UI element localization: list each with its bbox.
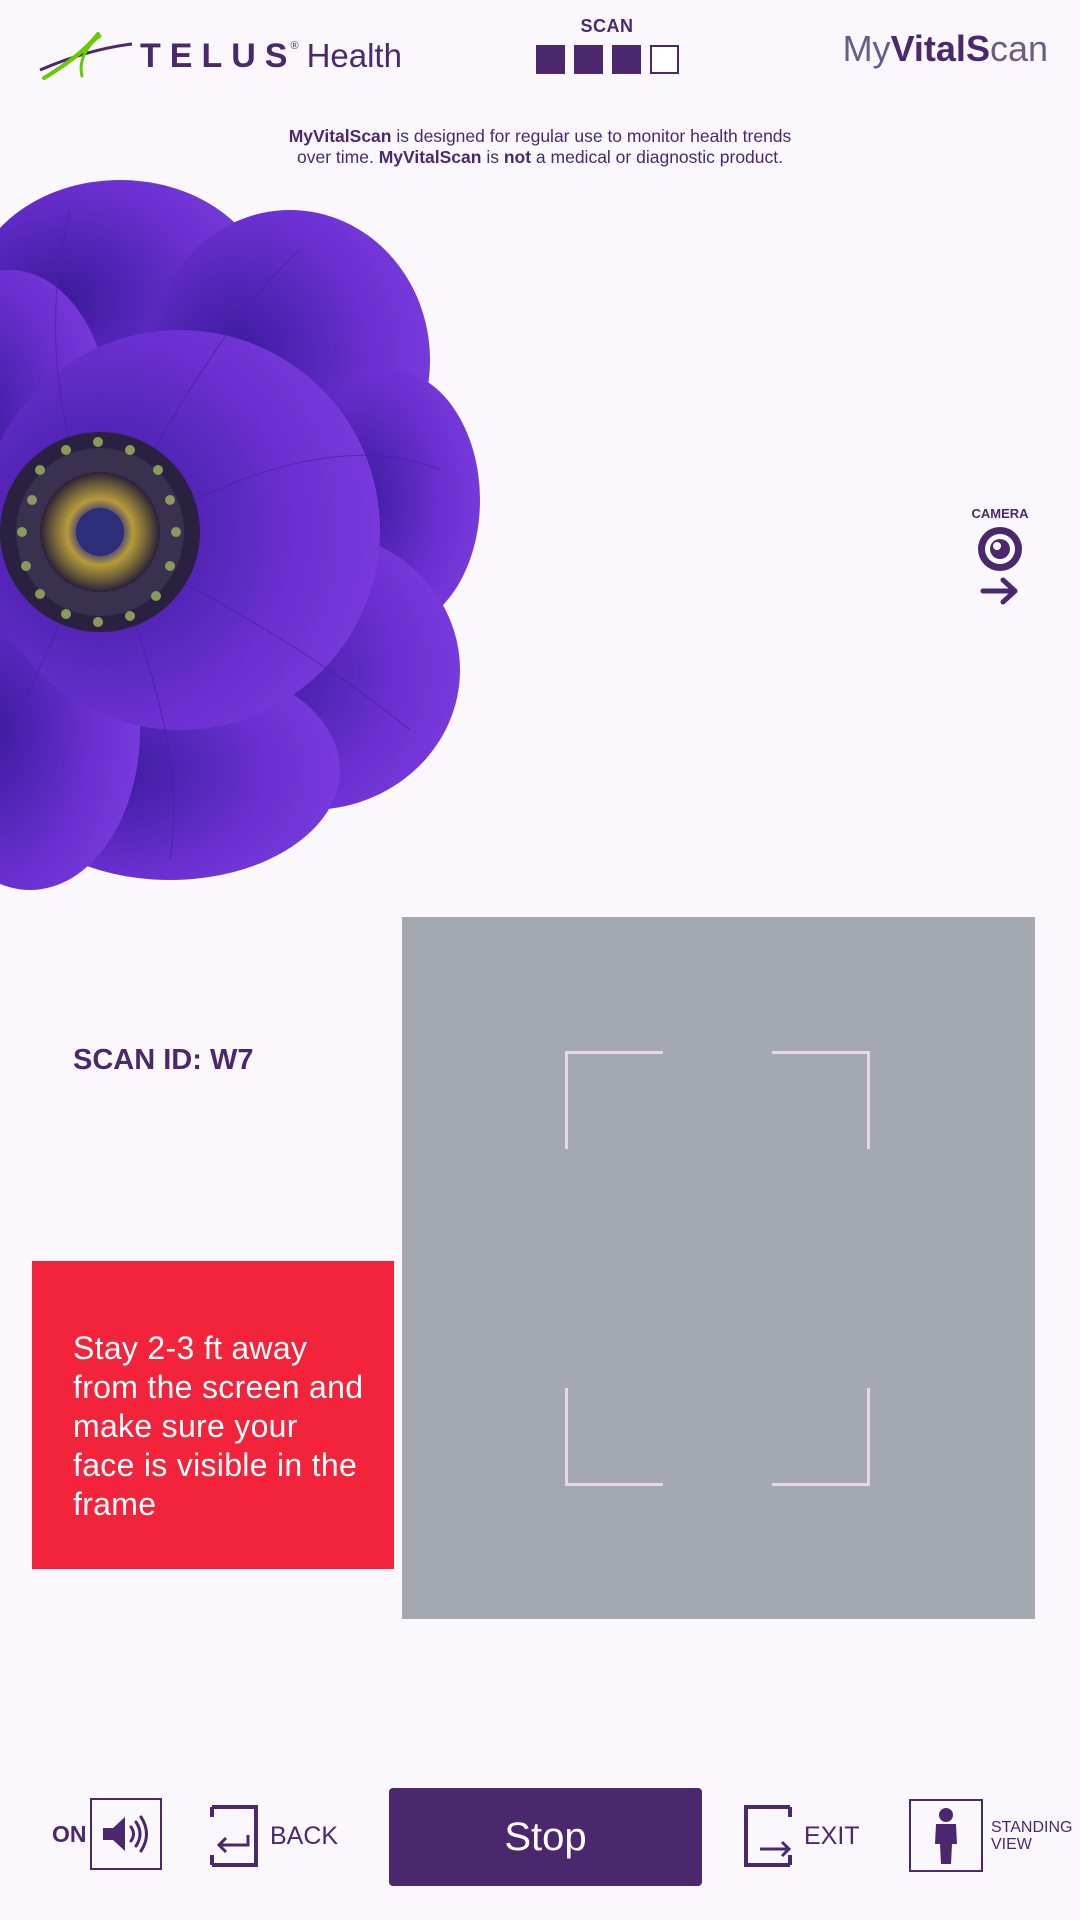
progress-label: SCAN bbox=[580, 16, 634, 36]
face-guide-corner bbox=[565, 1388, 663, 1486]
exit-label: EXIT bbox=[804, 1821, 860, 1850]
scan-id: SCAN ID: W7 bbox=[73, 1044, 254, 1076]
disclaimer: MyVitalScan is designed for regular use … bbox=[288, 126, 792, 167]
instruction-message: Stay 2-3 ft away from the screen and mak… bbox=[32, 1261, 394, 1569]
myvitalscan-logo: MyVitalScan bbox=[842, 28, 1048, 69]
face-guide-corner bbox=[772, 1051, 870, 1149]
scan-progress: SCAN bbox=[534, 16, 680, 74]
speaker-on-icon bbox=[102, 1815, 148, 1853]
standing-view-label: STANDING VIEW bbox=[991, 1818, 1073, 1853]
brand-registered-mark: ® bbox=[290, 40, 299, 52]
camera-preview-frame bbox=[402, 917, 1035, 1619]
person-standing-icon bbox=[935, 1807, 957, 1864]
camera-indicator: CAMERA bbox=[960, 506, 1040, 610]
back-door-icon bbox=[210, 1805, 258, 1867]
brand-suffix: Health bbox=[306, 37, 402, 74]
sound-state-label: ON bbox=[52, 1820, 87, 1847]
sound-button[interactable] bbox=[89, 1798, 162, 1870]
back-button[interactable]: BACK bbox=[208, 1805, 338, 1867]
exit-button[interactable]: EXIT bbox=[742, 1805, 860, 1867]
standing-view-button[interactable]: STANDING VIEW bbox=[909, 1799, 1080, 1872]
back-label: BACK bbox=[270, 1821, 339, 1850]
progress-step-complete bbox=[611, 45, 641, 74]
face-guide-corner bbox=[772, 1388, 870, 1486]
face-guide-corner bbox=[565, 1051, 663, 1149]
brand-name: TELUS bbox=[140, 36, 297, 75]
camera-label: CAMERA bbox=[971, 506, 1029, 521]
exit-door-icon bbox=[744, 1805, 792, 1867]
stop-button[interactable]: Stop bbox=[389, 1788, 702, 1886]
camera-eye-icon bbox=[978, 527, 1022, 605]
progress-step-complete bbox=[573, 45, 603, 74]
progress-steps bbox=[534, 45, 680, 74]
progress-step-pending bbox=[649, 45, 679, 74]
progress-step-complete bbox=[535, 45, 565, 74]
sound-toggle[interactable]: ON bbox=[52, 1798, 162, 1870]
telus-swoosh-icon bbox=[39, 32, 133, 80]
telus-health-logo: TELUS ® Health bbox=[38, 30, 402, 82]
standing-view-box[interactable] bbox=[909, 1799, 983, 1872]
anemone-flower-image bbox=[0, 180, 480, 890]
